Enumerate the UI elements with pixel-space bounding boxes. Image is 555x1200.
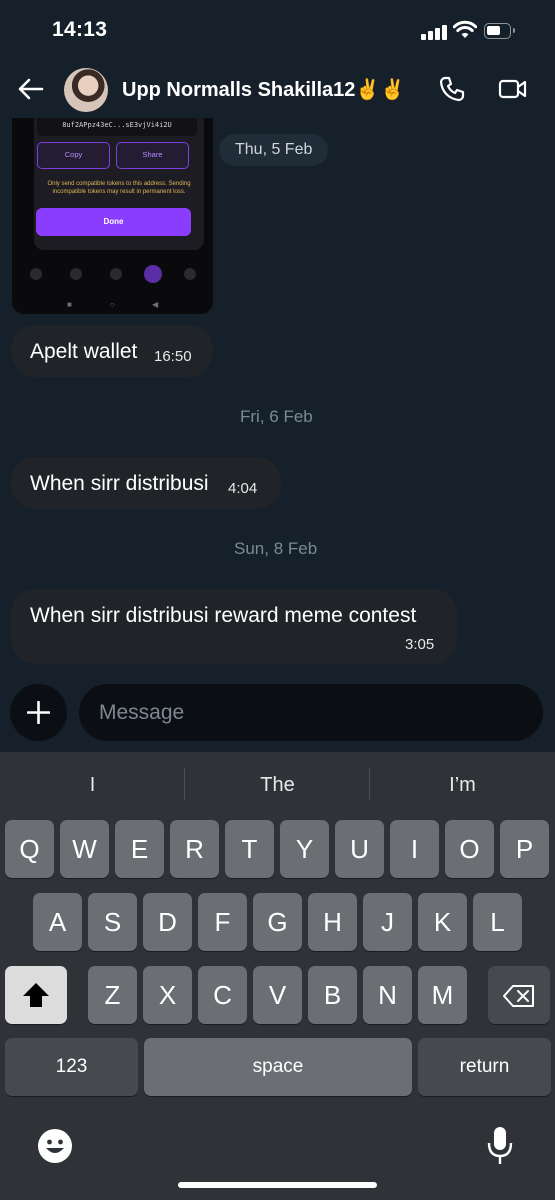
message-text: When sirr distribusi reward meme contest — [30, 604, 417, 627]
key-h[interactable]: H — [308, 893, 357, 951]
key-a[interactable]: A — [33, 893, 82, 951]
message-time: 3:05 — [405, 636, 435, 653]
backspace-key[interactable] — [488, 966, 550, 1024]
wallet-address: 8uf2APpz43eC...sE3vjVi4i2U — [37, 118, 197, 136]
date-separator: Thu, 5 Feb — [219, 134, 329, 166]
suggestion-3[interactable]: I’m — [370, 774, 555, 797]
key-t[interactable]: T — [225, 820, 274, 878]
back-arrow-icon[interactable] — [16, 74, 46, 104]
key-n[interactable]: N — [363, 966, 412, 1024]
copy-button: Copy — [37, 142, 110, 169]
plus-icon — [27, 701, 50, 724]
key-w[interactable]: W — [60, 820, 109, 878]
key-y[interactable]: Y — [280, 820, 329, 878]
cellular-signal-icon — [421, 24, 447, 40]
microphone-icon[interactable] — [486, 1126, 514, 1166]
emoji-icon[interactable] — [37, 1128, 73, 1164]
key-m[interactable]: M — [418, 966, 467, 1024]
key-f[interactable]: F — [198, 893, 247, 951]
status-time: 14:13 — [52, 18, 108, 41]
key-p[interactable]: P — [500, 820, 549, 878]
message-bubble[interactable]: Apelt wallet 16:50 — [11, 325, 213, 377]
key-x[interactable]: X — [143, 966, 192, 1024]
attached-screenshot-image[interactable]: 8uf2APpz43eC...sE3vjVi4i2U Copy Share On… — [12, 118, 213, 314]
share-button: Share — [116, 142, 189, 169]
key-g[interactable]: G — [253, 893, 302, 951]
message-time: 16:50 — [154, 348, 192, 365]
key-c[interactable]: C — [198, 966, 247, 1024]
shift-arrow-icon — [23, 983, 49, 1007]
date-separator: Fri, 6 Feb — [240, 407, 313, 426]
suggestion-1[interactable]: I — [0, 774, 185, 797]
message-text: Apelt wallet — [30, 340, 138, 363]
key-i[interactable]: I — [390, 820, 439, 878]
message-input[interactable] — [79, 684, 543, 741]
contact-name[interactable]: Upp Normalls Shakilla12✌️✌️ — [122, 77, 405, 102]
wallet-receive-panel: 8uf2APpz43eC...sE3vjVi4i2U Copy Share On… — [34, 118, 204, 250]
key-b[interactable]: B — [308, 966, 357, 1024]
key-u[interactable]: U — [335, 820, 384, 878]
message-text: When sirr distribusi — [30, 472, 209, 495]
key-r[interactable]: R — [170, 820, 219, 878]
wifi-icon — [453, 20, 477, 38]
video-call-icon[interactable] — [498, 76, 528, 102]
home-indicator — [178, 1182, 377, 1188]
key-l[interactable]: L — [473, 893, 522, 951]
done-button: Done — [36, 208, 191, 236]
key-s[interactable]: S — [88, 893, 137, 951]
return-key[interactable]: return — [418, 1038, 551, 1096]
key-q[interactable]: Q — [5, 820, 54, 878]
warning-text: Only send compatible tokens to this addr… — [47, 181, 191, 195]
key-o[interactable]: O — [445, 820, 494, 878]
key-j[interactable]: J — [363, 893, 412, 951]
key-z[interactable]: Z — [88, 966, 137, 1024]
backspace-icon — [503, 985, 534, 1007]
add-attachment-button[interactable] — [10, 684, 67, 741]
key-k[interactable]: K — [418, 893, 467, 951]
numbers-key[interactable]: 123 — [5, 1038, 138, 1096]
keyboard: I The I’m Q W E R T Y U I O P A S D F G … — [0, 752, 555, 1200]
message-time: 4:04 — [228, 480, 258, 497]
suggestion-2[interactable]: The — [185, 774, 370, 797]
app-bottom-nav — [12, 265, 213, 290]
battery-icon — [484, 23, 515, 39]
key-v[interactable]: V — [253, 966, 302, 1024]
space-key[interactable]: space — [144, 1038, 412, 1096]
phone-call-icon[interactable] — [438, 75, 466, 103]
message-bubble[interactable]: When sirr distribusi 4:04 — [11, 457, 281, 509]
shift-key[interactable] — [5, 966, 67, 1024]
key-e[interactable]: E — [115, 820, 164, 878]
message-bubble[interactable]: When sirr distribusi reward meme contest… — [11, 589, 457, 664]
date-separator: Sun, 8 Feb — [234, 539, 318, 558]
key-d[interactable]: D — [143, 893, 192, 951]
avatar[interactable] — [64, 68, 108, 112]
